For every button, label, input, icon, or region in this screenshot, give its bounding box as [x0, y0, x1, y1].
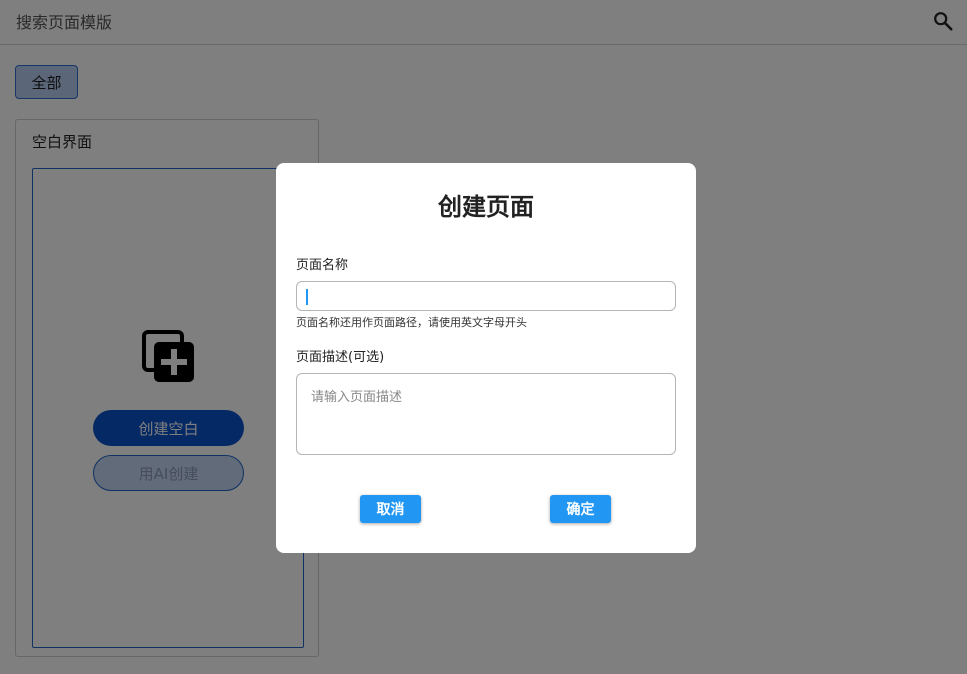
page-description-label: 页面描述(可选): [296, 350, 385, 365]
page-description-input[interactable]: 请输入页面描述: [296, 373, 676, 455]
text-caret: [306, 289, 308, 305]
page: 全部 空白界面 创建空白 用AI创建 创建页面 页面名称 页面名称还用作页面路径…: [0, 0, 967, 674]
cancel-button[interactable]: 取消: [360, 495, 421, 523]
page-name-hint: 页面名称还用作页面路径，请使用英文字母开头: [296, 316, 527, 329]
page-name-input[interactable]: [296, 281, 676, 311]
create-page-dialog: 创建页面 页面名称 页面名称还用作页面路径，请使用英文字母开头 页面描述(可选)…: [276, 163, 696, 553]
dialog-title: 创建页面: [438, 193, 534, 221]
page-name-label: 页面名称: [296, 258, 349, 273]
confirm-button[interactable]: 确定: [550, 495, 611, 523]
